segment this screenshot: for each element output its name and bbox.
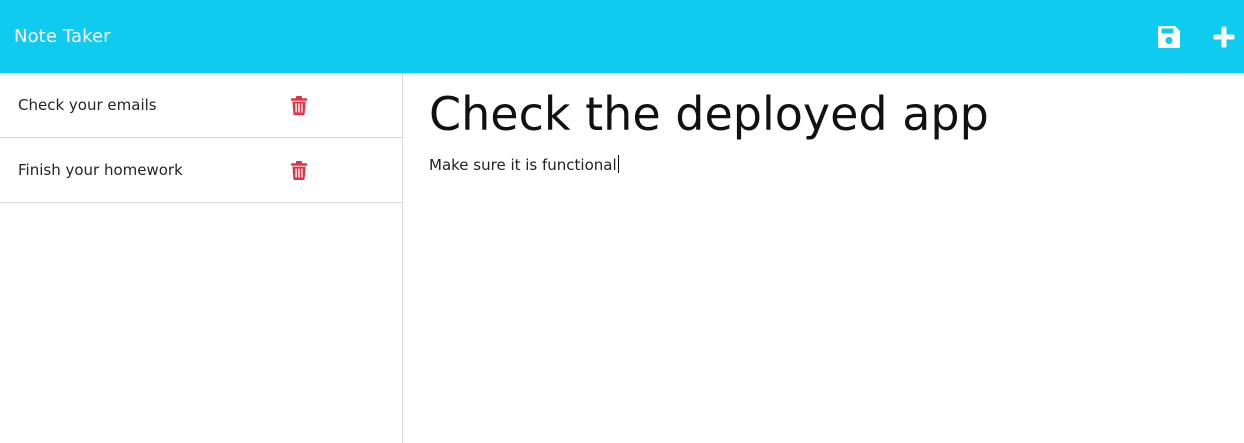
trash-icon-graphic bbox=[291, 160, 307, 180]
note-text-value: Make sure it is functional bbox=[429, 156, 617, 174]
notes-list: Check your emails Finish your homework bbox=[0, 73, 403, 443]
list-item[interactable]: Finish your homework bbox=[0, 138, 402, 203]
plus-icon[interactable] bbox=[1209, 22, 1239, 52]
trash-icon[interactable] bbox=[290, 95, 308, 115]
text-cursor bbox=[617, 155, 619, 173]
note-editor: Check the deployed app Make sure it is f… bbox=[404, 73, 1244, 443]
trash-icon-graphic bbox=[291, 95, 307, 115]
navbar-actions bbox=[1154, 0, 1244, 73]
trash-icon[interactable] bbox=[290, 160, 308, 180]
note-title[interactable]: Check your emails bbox=[18, 96, 157, 114]
navbar: Note Taker bbox=[0, 0, 1244, 73]
note-text-area[interactable]: Make sure it is functional bbox=[429, 155, 619, 174]
note-title[interactable]: Finish your homework bbox=[18, 161, 183, 179]
note-title-input[interactable]: Check the deployed app bbox=[429, 87, 989, 141]
list-item[interactable]: Check your emails bbox=[0, 73, 402, 138]
app-title[interactable]: Note Taker bbox=[14, 26, 111, 47]
plus-icon-graphic bbox=[1213, 26, 1235, 47]
save-icon[interactable] bbox=[1154, 22, 1184, 52]
save-icon-graphic bbox=[1158, 25, 1180, 48]
